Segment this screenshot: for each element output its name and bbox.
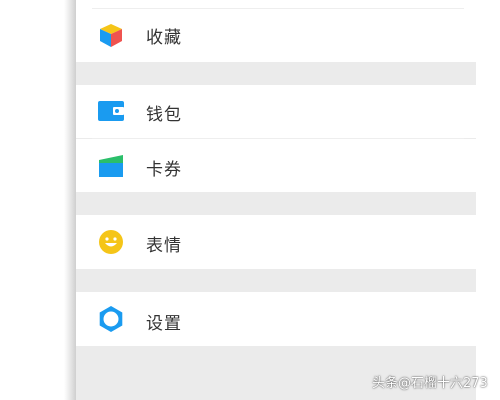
menu-label-favorites: 收藏 [146, 28, 182, 48]
divider [92, 8, 464, 9]
gear-icon [97, 305, 125, 333]
wallet-icon [97, 97, 125, 125]
menu-item-cards[interactable]: 卡券 [76, 139, 476, 192]
menu-label-settings: 设置 [146, 314, 182, 334]
me-menu-panel: 收藏 钱包 卡券 表情 设置 [76, 0, 476, 400]
menu-item-favorites[interactable]: 收藏 [76, 0, 476, 62]
left-edge-shadow [0, 0, 76, 400]
right-edge [476, 0, 500, 400]
divider [92, 138, 464, 139]
menu-label-cards: 卡券 [146, 160, 182, 180]
menu-item-wallet[interactable]: 钱包 [76, 85, 476, 138]
card-icon [97, 152, 125, 180]
menu-item-stickers[interactable]: 表情 [76, 215, 476, 269]
menu-item-settings[interactable]: 设置 [76, 292, 476, 346]
smiley-icon [97, 228, 125, 256]
cube-icon [97, 21, 125, 49]
watermark-text: 头条@石榴十六273 [372, 376, 488, 391]
menu-label-wallet: 钱包 [146, 105, 182, 125]
menu-label-stickers: 表情 [146, 236, 182, 256]
